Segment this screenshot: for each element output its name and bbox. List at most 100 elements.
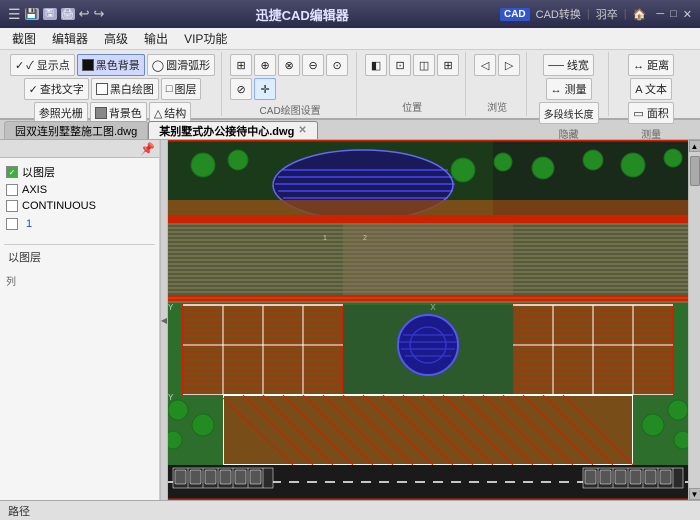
menu-screenshot[interactable]: 截图 (4, 28, 44, 49)
triangle-icon: △ (154, 107, 162, 120)
area-btn[interactable]: ▭ 面积 (628, 102, 673, 124)
redo-icon[interactable]: ↪ (93, 6, 104, 22)
cad-settings-label: CAD绘图设置 (260, 102, 321, 117)
layer-icon: □ (166, 83, 173, 95)
home-icon[interactable]: 🏠 (633, 8, 647, 21)
cad-convert-label[interactable]: CAD转换 (536, 6, 581, 22)
hidden-row-1: ── 线宽 (543, 54, 594, 76)
toolbar-row-1: ✓ ✓ 显示点 黑色背景 ◯ 圆滑弧形 (10, 54, 215, 76)
toolbar-group-hidden: ── 线宽 ↔ 测量 多段线长度 隐藏 (529, 52, 609, 116)
check-icon: ✓ (9, 168, 16, 177)
scroll-up-arrow[interactable]: ▲ (689, 140, 700, 152)
panel-header: 📌 (0, 140, 159, 158)
close-icon[interactable]: ✕ (683, 8, 692, 21)
measure-row-1: ↔ 距离 (628, 54, 674, 76)
cad-tool-1[interactable]: ⊞ (230, 54, 252, 76)
divider1: | (587, 8, 590, 20)
left-panel: 📌 ✓ 以图层 AXIS CONTINUOUS 1 (0, 140, 160, 500)
spacer1 (4, 234, 155, 242)
maximize-icon[interactable]: □ (670, 8, 677, 20)
tab-file1[interactable]: 园双连别墅整施工图.dwg (4, 121, 148, 139)
polyline-len-btn[interactable]: 多段线长度 (539, 102, 599, 124)
tab2-label: 某别墅式办公接待中心.dwg (159, 123, 294, 139)
checkmark-icon: ✓ (15, 59, 24, 72)
pin-icon[interactable]: 📌 (140, 142, 155, 156)
pos-tool-3[interactable]: ◫ (413, 54, 435, 76)
bw-draw-btn[interactable]: 黑白绘图 (91, 78, 159, 100)
cad-tool-5[interactable]: ⊙ (326, 54, 348, 76)
layer-label-1[interactable]: 1 (22, 216, 36, 232)
smooth-arc-btn[interactable]: ◯ 圆滑弧形 (147, 54, 215, 76)
divider2: | (624, 8, 627, 20)
menu-icon[interactable]: ☰ (8, 6, 21, 23)
layer-item-axis[interactable]: AXIS (4, 182, 155, 198)
list-label: 列 (4, 271, 155, 290)
scroll-thumb[interactable] (690, 156, 700, 186)
layer-item-continuous[interactable]: CONTINUOUS (4, 198, 155, 214)
layer-checkbox-continuous (6, 200, 18, 212)
save-icon[interactable]: 💾 (25, 8, 39, 20)
cad-icon: CAD (500, 8, 530, 21)
menu-bar: 截图 编辑器 高级 输出 VIP功能 (0, 28, 700, 50)
print-icon[interactable]: 🖨 (61, 8, 75, 20)
black-swatch (82, 59, 94, 71)
cad-tool-4[interactable]: ⊖ (302, 54, 324, 76)
check2-icon: ✓ (29, 83, 38, 96)
measure-row-2: A 文本 (630, 78, 672, 100)
browse-label: 浏览 (487, 99, 507, 114)
tab-file2[interactable]: 某别墅式办公接待中心.dwg ✕ (148, 121, 317, 139)
scroll-down-arrow[interactable]: ▼ (689, 488, 700, 500)
menu-output[interactable]: 输出 (136, 28, 176, 49)
v-scrollbar[interactable]: ▲ ▼ (688, 140, 700, 500)
minimize-icon[interactable]: ─ (656, 8, 664, 20)
path-label: 路径 (8, 503, 30, 519)
tab1-label: 园双连别墅整施工图.dwg (15, 123, 137, 139)
svg-text:Y: Y (168, 393, 174, 402)
find-text-btn[interactable]: ✓ 查找文字 (24, 78, 89, 100)
feather-label[interactable]: 羽卒 (596, 6, 618, 22)
measure-btn[interactable]: ↔ 测量 (546, 78, 592, 100)
drawing-area[interactable]: Y Y X 1 2 (168, 140, 688, 500)
svg-text:X: X (430, 303, 436, 312)
black-bg-btn[interactable]: 黑色背景 (77, 54, 145, 76)
cad-drawing-svg: Y Y X 1 2 (168, 140, 688, 500)
line-width-btn[interactable]: ── 线宽 (543, 54, 594, 76)
hidden-row-2: ↔ 测量 (546, 78, 592, 100)
gray-swatch (95, 107, 107, 119)
pos-tool-4[interactable]: ⊞ (437, 54, 459, 76)
toolbar-row-2: ✓ 查找文字 黑白绘图 □ 图层 (24, 78, 202, 100)
cad-tool-3[interactable]: ⊗ (278, 54, 300, 76)
text-btn[interactable]: A 文本 (630, 78, 672, 100)
main-area: 📌 ✓ 以图层 AXIS CONTINUOUS 1 (0, 140, 700, 500)
toolbar: ✓ ✓ 显示点 黑色背景 ◯ 圆滑弧形 ✓ 查找文字 黑白绘图 □ (0, 50, 700, 120)
menu-advanced[interactable]: 高级 (96, 28, 136, 49)
distance-btn[interactable]: ↔ 距离 (628, 54, 674, 76)
save2-icon[interactable]: 🖫 (43, 8, 57, 20)
layer-btn[interactable]: □ 图层 (161, 78, 202, 100)
layer-item-1[interactable]: 1 (4, 214, 155, 234)
layer-item-bylayer[interactable]: ✓ 以图层 (4, 162, 155, 182)
show-points-btn[interactable]: ✓ ✓ 显示点 (10, 54, 75, 76)
hidden-label: 隐藏 (559, 126, 579, 141)
svg-text:2: 2 (363, 235, 367, 242)
cad-tool-2[interactable]: ⊕ (254, 54, 276, 76)
tab2-close-icon[interactable]: ✕ (298, 125, 306, 136)
layer-checkbox-bylayer: ✓ (6, 166, 18, 178)
layer-checkbox-1 (6, 218, 18, 230)
measure-row-3: ▭ 面积 (628, 102, 673, 124)
collapse-handle[interactable]: ◀ (160, 140, 168, 500)
panel-content: ✓ 以图层 AXIS CONTINUOUS 1 以图层 列 (0, 158, 159, 500)
cad-cursor-btn[interactable]: ✛ (254, 78, 276, 100)
title-bar-right: CAD CAD转换 | 羽卒 | 🏠 ─ □ ✕ (500, 6, 692, 22)
menu-vip[interactable]: VIP功能 (176, 28, 235, 49)
browse-tool-2[interactable]: ▷ (498, 54, 520, 76)
bottom-panel: 路径 (0, 500, 700, 520)
pos-tool-2[interactable]: ⊡ (389, 54, 411, 76)
menu-editor[interactable]: 编辑器 (44, 28, 96, 49)
pos-tool-1[interactable]: ◧ (365, 54, 387, 76)
undo-icon[interactable]: ↩ (79, 6, 90, 22)
browse-tool-1[interactable]: ◁ (474, 54, 496, 76)
layer-label-bylayer: 以图层 (22, 164, 55, 180)
cad-tool-6[interactable]: ⊘ (230, 78, 252, 100)
app-title: 迅捷CAD编辑器 (256, 5, 349, 24)
